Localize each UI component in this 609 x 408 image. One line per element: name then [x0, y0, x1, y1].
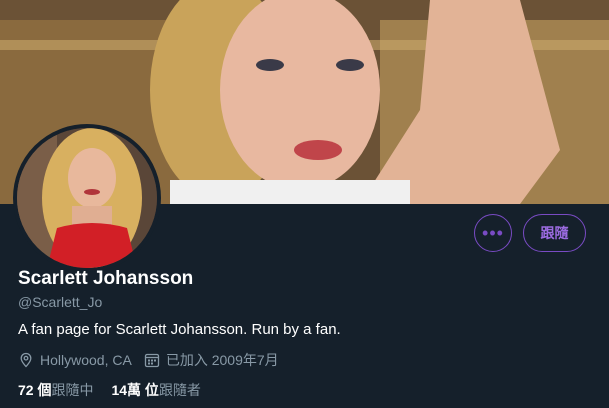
calendar-icon: [144, 353, 159, 368]
followers-label: 跟隨者: [158, 382, 201, 398]
location-text: Hollywood, CA: [40, 352, 132, 368]
profile-bio: A fan page for Scarlett Johansson. Run b…: [18, 321, 341, 338]
following-label: 跟隨中: [51, 382, 94, 398]
profile-name: Scarlett Johansson: [18, 268, 194, 289]
profile-location: Hollywood, CA: [18, 352, 132, 368]
joined-text: 已加入 2009年7月: [165, 352, 279, 368]
follow-button[interactable]: 跟隨: [523, 214, 586, 252]
profile-handle: @Scarlett_Jo: [18, 294, 103, 310]
more-icon: •••: [482, 222, 504, 243]
profile-avatar[interactable]: [13, 124, 161, 272]
profile-joined-date: 已加入 2009年7月: [144, 350, 279, 370]
follow-button-label: 跟隨: [540, 225, 569, 241]
profile-meta: Hollywood, CA 已加入 2009年7月: [18, 350, 291, 370]
following-link[interactable]: 72 個跟隨中: [18, 380, 93, 400]
followers-count: 14萬 位: [111, 382, 159, 398]
following-count: 72 個: [18, 382, 52, 398]
followers-link[interactable]: 14萬 位跟隨者: [111, 380, 200, 400]
more-options-button[interactable]: •••: [474, 214, 512, 252]
profile-stats: 72 個跟隨中 14萬 位跟隨者: [18, 380, 219, 400]
location-pin-icon: [20, 352, 32, 368]
